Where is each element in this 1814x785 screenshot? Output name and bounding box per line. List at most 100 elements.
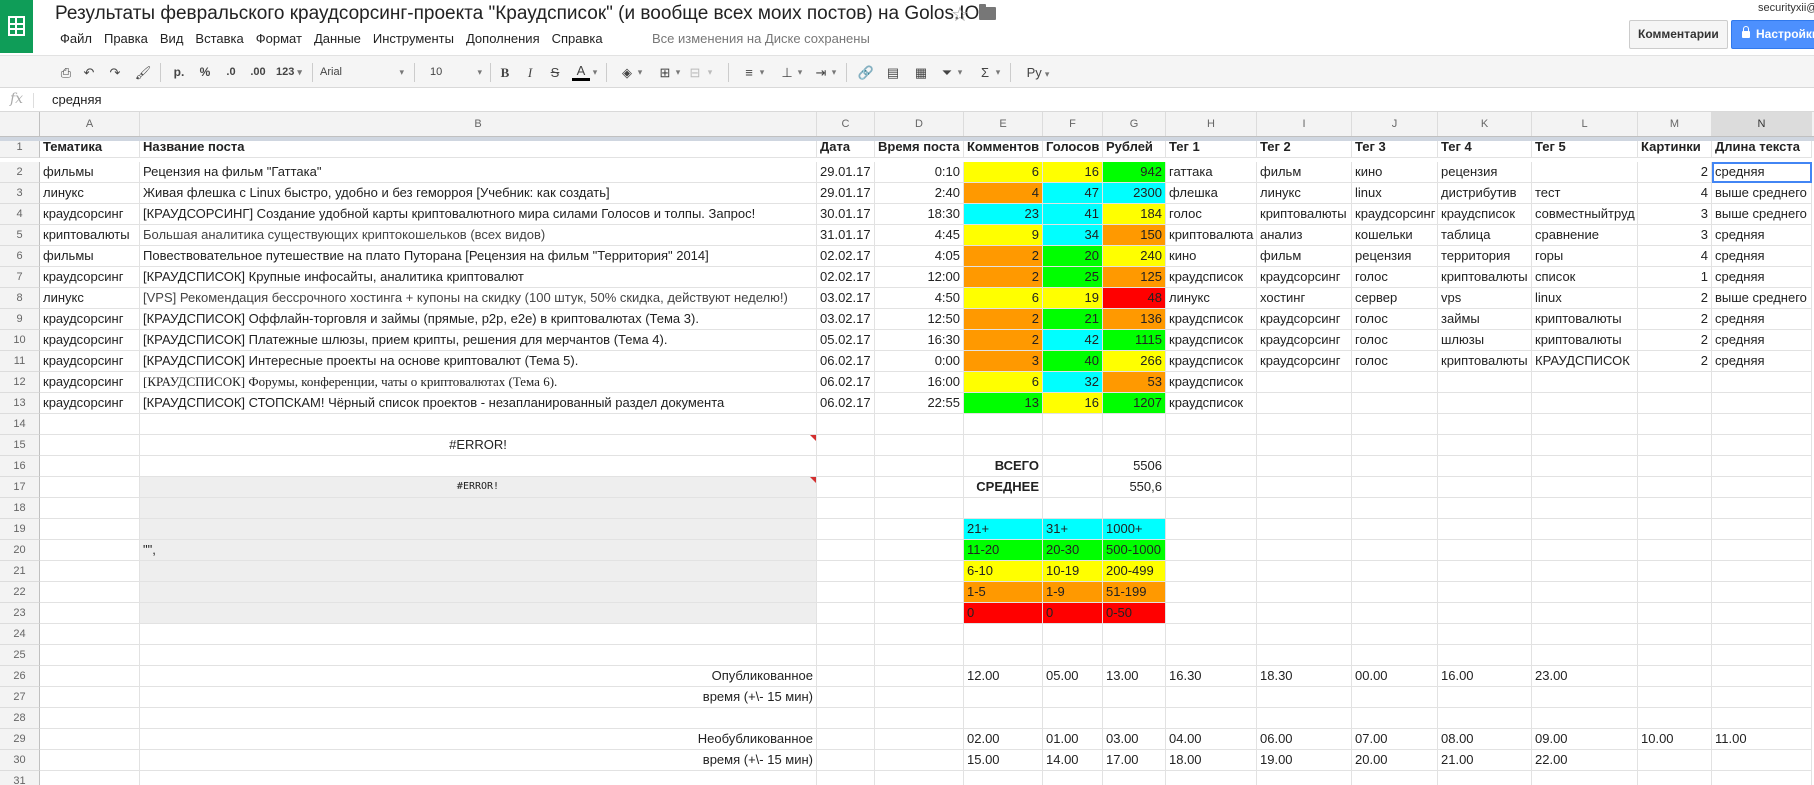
row-header-6[interactable]: 6 <box>0 246 40 267</box>
error-indicator-icon[interactable] <box>810 477 816 483</box>
share-settings-button[interactable]: Настройки <box>1731 20 1814 49</box>
cell-e12[interactable]: 6 <box>964 372 1043 393</box>
cell-l17[interactable] <box>1532 477 1638 498</box>
functions-icon[interactable]: Σ <box>976 62 994 83</box>
cell-h29[interactable]: 04.00 <box>1166 729 1257 750</box>
cell-m8[interactable]: 2 <box>1638 288 1712 309</box>
chevron-down-icon[interactable]: ▾ <box>758 62 766 83</box>
cell-h13[interactable]: краудсписок <box>1166 393 1257 414</box>
cell-i9[interactable]: краудсорсинг <box>1257 309 1352 330</box>
italic-icon[interactable]: I <box>521 62 539 83</box>
cell-h21[interactable] <box>1166 561 1257 582</box>
cell-d24[interactable] <box>875 624 964 645</box>
cell-l20[interactable] <box>1532 540 1638 561</box>
cell-m5[interactable]: 3 <box>1638 225 1712 246</box>
row-header-3[interactable]: 3 <box>0 183 40 204</box>
cell-i22[interactable] <box>1257 582 1352 603</box>
cell-h12[interactable]: краудсписок <box>1166 372 1257 393</box>
cell-j9[interactable]: голос <box>1352 309 1438 330</box>
cell-g2[interactable]: 942 <box>1103 162 1166 183</box>
cell-k31[interactable] <box>1438 771 1532 785</box>
cell-n24[interactable] <box>1712 624 1812 645</box>
cell-g15[interactable] <box>1103 435 1166 456</box>
paint-format-icon[interactable]: 🖌 <box>134 62 152 83</box>
cell-h9[interactable]: краудсписок <box>1166 309 1257 330</box>
cell-b29[interactable]: Необубликованное <box>140 729 817 750</box>
cell-g8[interactable]: 48 <box>1103 288 1166 309</box>
cell-n19[interactable] <box>1712 519 1812 540</box>
cell-n17[interactable] <box>1712 477 1812 498</box>
cell-d19[interactable] <box>875 519 964 540</box>
cell-c8[interactable]: 03.02.17 <box>817 288 875 309</box>
cell-a27[interactable] <box>40 687 140 708</box>
cell-h17[interactable] <box>1166 477 1257 498</box>
cell-i10[interactable]: краудсорсинг <box>1257 330 1352 351</box>
select-all-corner[interactable] <box>0 112 40 136</box>
cell-j22[interactable] <box>1352 582 1438 603</box>
cell-b23[interactable] <box>140 603 817 624</box>
cell-e5[interactable]: 9 <box>964 225 1043 246</box>
comments-button[interactable]: Комментарии <box>1629 20 1728 49</box>
column-header-m[interactable]: M <box>1638 112 1712 136</box>
cell-d21[interactable] <box>875 561 964 582</box>
cell-i3[interactable]: линукс <box>1257 183 1352 204</box>
cell-h31[interactable] <box>1166 771 1257 785</box>
cell-e17[interactable]: СРЕДНЕЕ <box>964 477 1043 498</box>
formula-input[interactable]: средняя <box>52 92 102 107</box>
cell-n16[interactable] <box>1712 456 1812 477</box>
cell-f26[interactable]: 05.00 <box>1043 666 1103 687</box>
cell-b28[interactable] <box>140 708 817 729</box>
cell-f10[interactable]: 42 <box>1043 330 1103 351</box>
cell-b24[interactable] <box>140 624 817 645</box>
cell-a8[interactable]: линукс <box>40 288 140 309</box>
cell-a20[interactable] <box>40 540 140 561</box>
cell-h27[interactable] <box>1166 687 1257 708</box>
cell-m16[interactable] <box>1638 456 1712 477</box>
cell-a21[interactable] <box>40 561 140 582</box>
cell-j20[interactable] <box>1352 540 1438 561</box>
cell-h18[interactable] <box>1166 498 1257 519</box>
row-header-31[interactable]: 31 <box>0 771 40 785</box>
cell-f9[interactable]: 21 <box>1043 309 1103 330</box>
cell-m17[interactable] <box>1638 477 1712 498</box>
cell-j6[interactable]: рецензия <box>1352 246 1438 267</box>
input-tools-dropdown[interactable]: Ру <box>1020 62 1056 83</box>
cell-h24[interactable] <box>1166 624 1257 645</box>
cell-l23[interactable] <box>1532 603 1638 624</box>
cell-n10[interactable]: средняя <box>1712 330 1812 351</box>
cell-c31[interactable] <box>817 771 875 785</box>
sheets-logo-icon[interactable] <box>0 0 33 53</box>
save-status[interactable]: Все изменения на Диске сохранены <box>652 30 870 48</box>
undo-icon[interactable]: ↶ <box>80 62 98 83</box>
cell-b13[interactable]: [КРАУДСПИСОК] СТОПСКАМ! Чёрный список пр… <box>140 393 817 414</box>
cell-k30[interactable]: 21.00 <box>1438 750 1532 771</box>
cell-c10[interactable]: 05.02.17 <box>817 330 875 351</box>
cell-b8[interactable]: [VPS] Рекомендация бессрочного хостинга … <box>140 288 817 309</box>
cell-l10[interactable]: криптовалюты <box>1532 330 1638 351</box>
cell-e11[interactable]: 3 <box>964 351 1043 372</box>
cell-h28[interactable] <box>1166 708 1257 729</box>
insert-comment-icon[interactable]: ▤ <box>884 62 902 83</box>
frozen-row-divider[interactable] <box>0 137 1814 141</box>
cell-m10[interactable]: 2 <box>1638 330 1712 351</box>
cell-a4[interactable]: краудсорсинг <box>40 204 140 225</box>
cell-k28[interactable] <box>1438 708 1532 729</box>
cell-c9[interactable]: 03.02.17 <box>817 309 875 330</box>
row-header-11[interactable]: 11 <box>0 351 40 372</box>
cell-b21[interactable] <box>140 561 817 582</box>
cell-l12[interactable] <box>1532 372 1638 393</box>
row-header-7[interactable]: 7 <box>0 267 40 288</box>
document-title[interactable]: Результаты февральского краудсорсинг-про… <box>55 3 979 25</box>
cell-a25[interactable] <box>40 645 140 666</box>
cell-i5[interactable]: анализ <box>1257 225 1352 246</box>
cell-k29[interactable]: 08.00 <box>1438 729 1532 750</box>
cell-c13[interactable]: 06.02.17 <box>817 393 875 414</box>
cell-l28[interactable] <box>1532 708 1638 729</box>
cell-j24[interactable] <box>1352 624 1438 645</box>
cell-a9[interactable]: краудсорсинг <box>40 309 140 330</box>
cell-b5[interactable]: Большая аналитика существующих криптокош… <box>140 225 817 246</box>
cell-f2[interactable]: 16 <box>1043 162 1103 183</box>
cell-m21[interactable] <box>1638 561 1712 582</box>
cell-i8[interactable]: хостинг <box>1257 288 1352 309</box>
cell-n30[interactable] <box>1712 750 1812 771</box>
